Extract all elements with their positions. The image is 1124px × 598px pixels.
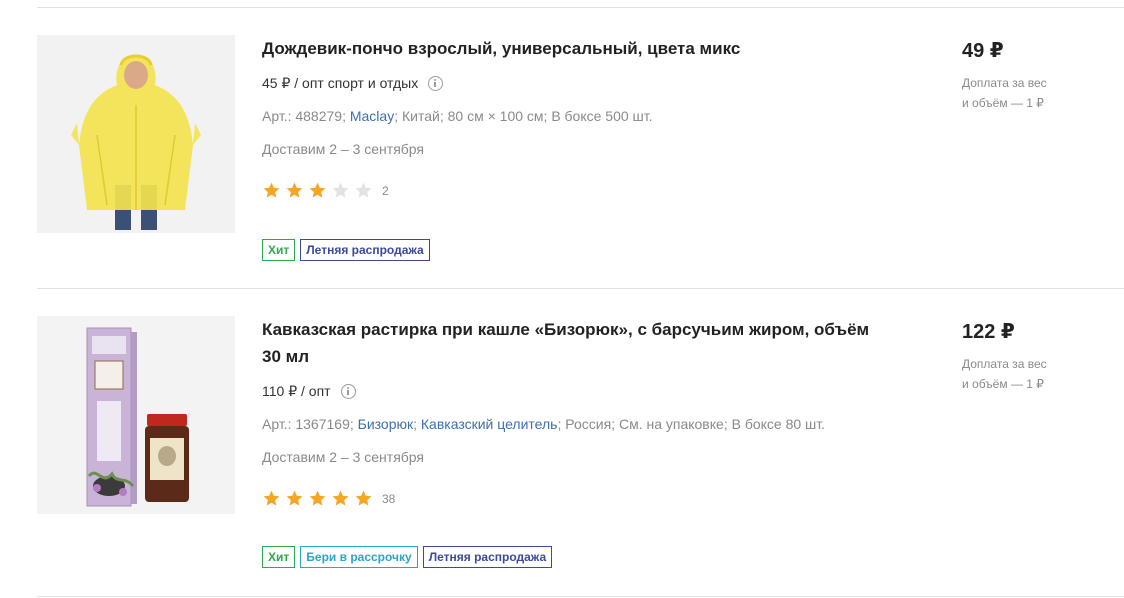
wholesale-price: 110 ₽ / опт <box>262 381 356 401</box>
delivery-date: Доставим 2 – 3 сентября <box>262 141 425 157</box>
review-count[interactable]: 38 <box>382 492 395 506</box>
star-filled-icon <box>286 490 303 506</box>
rating-stars <box>262 181 377 200</box>
size: См. на упаковке; <box>618 416 728 432</box>
top-divider <box>37 7 1124 8</box>
surcharge-note: Доплата за вес и объём — 1 ₽ <box>962 354 1082 394</box>
poncho-illustration <box>37 35 235 233</box>
surcharge-note: Доплата за вес и объём — 1 ₽ <box>962 73 1082 113</box>
wholesale-price-text: 110 ₽ / опт <box>262 383 331 399</box>
badge-installment[interactable]: Бери в рассрочку <box>300 546 418 568</box>
star-filled-icon <box>355 490 372 506</box>
badges: Хит Летняя распродажа <box>262 239 430 261</box>
country: Россия; <box>565 416 616 432</box>
surcharge-line-2: и объём — 1 ₽ <box>962 377 1044 391</box>
wholesale-price-text: 45 ₽ / опт спорт и отдых <box>262 75 419 91</box>
wholesale-price: 45 ₽ / опт спорт и отдых <box>262 73 444 93</box>
badge-hit[interactable]: Хит <box>262 546 296 568</box>
rating[interactable]: 38 <box>262 489 395 508</box>
separator: ; <box>394 108 399 124</box>
separator: ; <box>413 416 417 432</box>
product-meta: Арт.: 1367169; Бизорюк; Кавказский целит… <box>262 414 825 434</box>
country: Китай; <box>401 108 444 124</box>
star-filled-icon <box>309 490 326 506</box>
star-filled-icon <box>286 182 303 198</box>
price: 49 ₽ <box>962 40 1004 62</box>
star-filled-icon <box>309 182 326 198</box>
star-filled-icon <box>263 182 280 198</box>
star-filled-icon <box>263 490 280 506</box>
article-number: Арт.: 488279; <box>262 108 346 124</box>
surcharge-line-2: и объём — 1 ₽ <box>962 96 1044 110</box>
star-empty-icon <box>332 182 349 198</box>
product-image-rub[interactable] <box>37 316 235 514</box>
product-card: Дождевик-пончо взрослый, универсальный, … <box>37 35 1124 275</box>
info-icon[interactable] <box>428 75 444 91</box>
product-title[interactable]: Кавказская растирка при кашле «Бизорюк»,… <box>262 316 882 370</box>
separator: ; <box>557 416 562 432</box>
product-meta: Арт.: 488279; Maclay; Китай; 80 см × 100… <box>262 106 653 126</box>
rating[interactable]: 2 <box>262 181 389 200</box>
surcharge-line-1: Доплата за вес <box>962 76 1047 90</box>
delivery-date: Доставим 2 – 3 сентября <box>262 449 425 465</box>
box-quantity: В боксе 500 шт. <box>551 108 653 124</box>
bottom-divider <box>37 596 1124 597</box>
badge-summer-sale[interactable]: Летняя распродажа <box>300 239 430 261</box>
badge-hit[interactable]: Хит <box>262 239 296 261</box>
brand-link-kavkazskiy-tselitel[interactable]: Кавказский целитель <box>421 416 558 432</box>
info-icon[interactable] <box>340 383 356 399</box>
surcharge-line-1: Доплата за вес <box>962 357 1047 371</box>
badges: Хит Бери в рассрочку Летняя распродажа <box>262 546 553 568</box>
box-quantity: В боксе 80 шт. <box>731 416 826 432</box>
product-title[interactable]: Дождевик-пончо взрослый, универсальный, … <box>262 35 882 62</box>
price: 122 ₽ <box>962 321 1015 343</box>
star-filled-icon <box>332 490 349 506</box>
size: 80 см × 100 см; <box>447 108 548 124</box>
star-empty-icon <box>355 182 372 198</box>
product-image-poncho[interactable] <box>37 35 235 233</box>
brand-link-maclay[interactable]: Maclay <box>350 108 394 124</box>
article-number: Арт.: 1367169; <box>262 416 354 432</box>
rub-package-illustration <box>37 316 235 514</box>
review-count[interactable]: 2 <box>382 184 389 198</box>
product-card: Кавказская растирка при кашле «Бизорюк»,… <box>37 316 1124 586</box>
brand-link-bizoryuk[interactable]: Бизорюк <box>358 416 413 432</box>
product-divider <box>37 288 1124 289</box>
badge-summer-sale[interactable]: Летняя распродажа <box>422 546 553 568</box>
rating-stars <box>262 489 377 508</box>
